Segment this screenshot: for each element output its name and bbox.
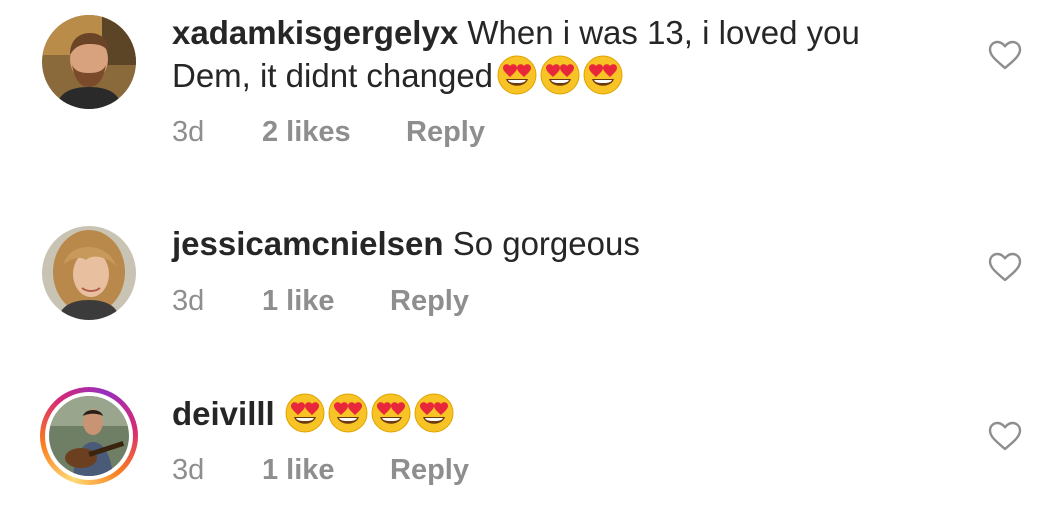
heart-eyes-emoji-icon — [497, 55, 537, 95]
comment-username[interactable]: deivilll — [172, 395, 275, 432]
comment-text: xadamkisgergelyx When i was 13, i loved … — [172, 11, 932, 97]
emoji-row — [497, 55, 623, 95]
like-heart-icon[interactable] — [987, 420, 1023, 452]
avatar[interactable] — [40, 13, 138, 111]
comment-time: 3d — [172, 454, 205, 486]
comment-time: 3d — [172, 285, 205, 317]
avatar[interactable] — [40, 224, 138, 322]
heart-eyes-emoji-icon — [540, 55, 580, 95]
likes-count[interactable]: 1 like — [262, 285, 335, 318]
heart-eyes-emoji-icon — [285, 393, 325, 433]
avatar-image — [42, 15, 136, 109]
like-heart-icon[interactable] — [987, 251, 1023, 283]
comment-username[interactable]: jessicamcnielsen — [172, 225, 444, 262]
avatar-image — [49, 396, 129, 476]
comment-text: jessicamcnielsen So gorgeous — [172, 222, 932, 265]
emoji-row — [285, 393, 454, 433]
likes-count[interactable]: 2 likes — [262, 116, 351, 149]
reply-button[interactable]: Reply — [390, 285, 469, 318]
comment-username[interactable]: xadamkisgergelyx — [172, 14, 458, 51]
comment-time: 3d — [172, 116, 205, 148]
story-ring-avatar[interactable] — [40, 387, 138, 485]
heart-eyes-emoji-icon — [328, 393, 368, 433]
heart-eyes-emoji-icon — [583, 55, 623, 95]
heart-eyes-emoji-icon — [414, 393, 454, 433]
comment-body: So gorgeous — [452, 225, 640, 262]
avatar-image — [42, 226, 136, 320]
comment-text: deivilll — [172, 392, 932, 435]
like-heart-icon[interactable] — [987, 39, 1023, 71]
reply-button[interactable]: Reply — [406, 116, 485, 149]
heart-eyes-emoji-icon — [371, 393, 411, 433]
reply-button[interactable]: Reply — [390, 454, 469, 487]
likes-count[interactable]: 1 like — [262, 454, 335, 487]
